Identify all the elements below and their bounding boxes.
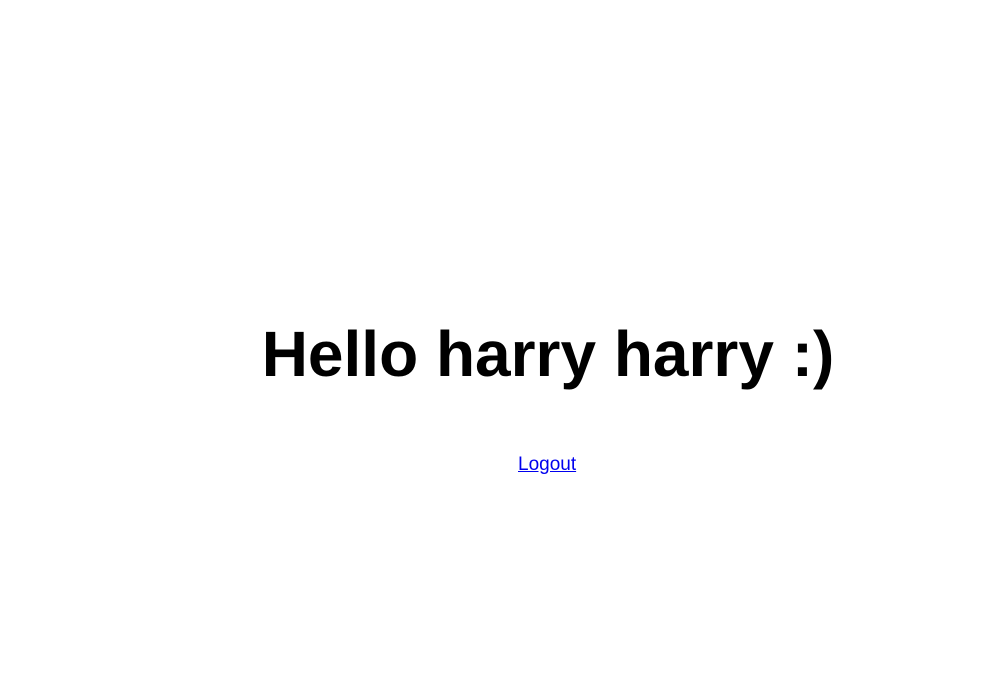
logout-link[interactable]: Logout [518, 454, 576, 476]
greeting-heading: Hello harry harry :) [261, 318, 835, 390]
greeting-container: Hello harry harry :) [0, 0, 1004, 673]
page: Hello harry harry :) Logout [0, 0, 1004, 673]
